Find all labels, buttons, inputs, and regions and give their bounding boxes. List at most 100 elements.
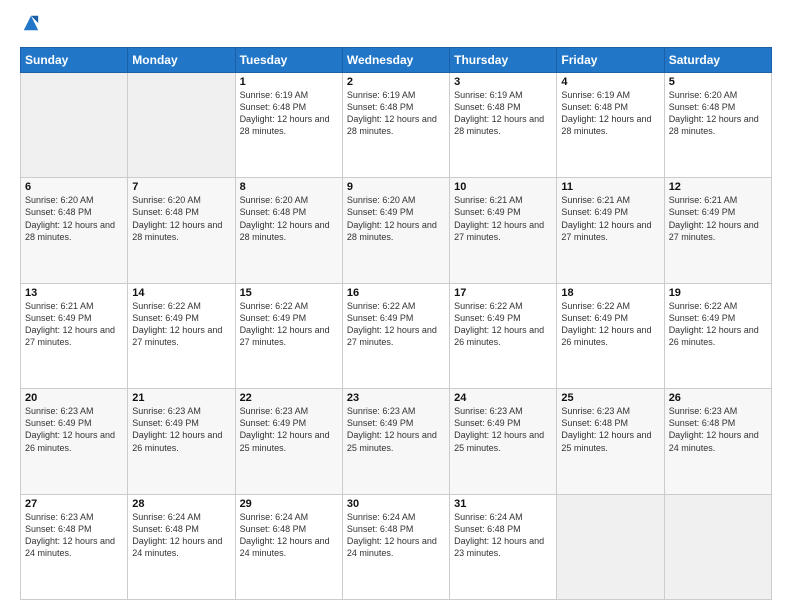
cell-info: Sunrise: 6:21 AMSunset: 6:49 PMDaylight:… <box>561 194 659 243</box>
page: SundayMondayTuesdayWednesdayThursdayFrid… <box>0 0 792 612</box>
sunrise-label: Sunrise: 6:20 AM <box>132 195 201 205</box>
day-number: 9 <box>347 181 445 193</box>
cell-info: Sunrise: 6:19 AM Sunset: 6:48 PM Daylight:… <box>561 89 659 138</box>
calendar-week-row: 13Sunrise: 6:21 AMSunset: 6:49 PMDayligh… <box>21 283 772 388</box>
calendar-cell: 5Sunrise: 6:20 AMSunset: 6:48 PMDaylight… <box>664 72 771 177</box>
calendar-cell: 2Sunrise: 6:19 AMSunset: 6:48 PMDaylight… <box>342 72 449 177</box>
sunrise-label: Sunrise: 6:24 AM <box>132 512 201 522</box>
sunrise-label: Sunrise: 6:23 AM <box>25 512 94 522</box>
cell-info: Sunrise: 6:22 AMSunset: 6:49 PMDaylight:… <box>561 300 659 349</box>
daylight-label: Daylight: 12 hours and 28 minutes. <box>347 220 437 242</box>
day-number: 23 <box>347 392 445 404</box>
day-number: 14 <box>132 287 230 299</box>
daylight-label: Daylight: 12 hours and 28 minutes. <box>25 220 115 242</box>
daylight-label: Daylight: 12 hours and 26 minutes. <box>669 325 759 347</box>
sunset-label: Sunset: 6:48 PM <box>25 524 92 534</box>
calendar-cell: 25Sunrise: 6:23 AMSunset: 6:48 PMDayligh… <box>557 389 664 494</box>
sunset-label: Sunset: 6:48 PM <box>669 102 736 112</box>
day-number: 25 <box>561 392 659 404</box>
daylight-label: Daylight: 12 hours and 28 minutes. <box>669 114 759 136</box>
calendar-cell: 21Sunrise: 6:23 AMSunset: 6:49 PMDayligh… <box>128 389 235 494</box>
calendar-cell: 13Sunrise: 6:21 AMSunset: 6:49 PMDayligh… <box>21 283 128 388</box>
cell-info: Sunrise: 6:23 AMSunset: 6:49 PMDaylight:… <box>240 405 338 454</box>
sunrise-label: Sunrise: 6:22 AM <box>669 301 738 311</box>
sunset-label: Sunset: 6:49 PM <box>669 313 736 323</box>
daylight-label: Daylight: 12 hours and 27 minutes. <box>25 325 115 347</box>
sunset-label: Sunset: 6:49 PM <box>454 207 521 217</box>
sunrise-label: Sunrise: 6:19 AM <box>454 90 523 100</box>
header <box>20 16 772 37</box>
sunrise-label: Sunrise: 6:20 AM <box>240 195 309 205</box>
daylight-label: Daylight: 12 hours and 27 minutes. <box>561 220 651 242</box>
cell-info: Sunrise: 6:23 AMSunset: 6:48 PMDaylight:… <box>669 405 767 454</box>
daylight-label: Daylight: 12 hours and 25 minutes. <box>454 430 544 452</box>
day-number: 11 <box>561 181 659 193</box>
day-number: 6 <box>25 181 123 193</box>
weekday-header-thursday: Thursday <box>450 47 557 72</box>
sunset-label: Sunset: 6:49 PM <box>561 313 628 323</box>
calendar-body: 1Sunrise: 6:19 AMSunset: 6:48 PMDaylight… <box>21 72 772 599</box>
calendar-cell <box>21 72 128 177</box>
sunrise-label: Sunrise: 6:21 AM <box>454 195 523 205</box>
sunset-label: Sunset: 6:49 PM <box>669 207 736 217</box>
logo-icon <box>22 14 40 32</box>
calendar-cell: 28Sunrise: 6:24 AMSunset: 6:48 PMDayligh… <box>128 494 235 599</box>
sunrise-label: Sunrise: 6:24 AM <box>454 512 523 522</box>
sunrise-label: Sunrise: 6:22 AM <box>132 301 201 311</box>
daylight-label: Daylight: 12 hours and 27 minutes. <box>454 220 544 242</box>
sunset-label: Sunset: 6:48 PM <box>132 207 199 217</box>
calendar-table: SundayMondayTuesdayWednesdayThursdayFrid… <box>20 47 772 600</box>
cell-info: Sunrise: 6:23 AMSunset: 6:49 PMDaylight:… <box>454 405 552 454</box>
calendar-week-row: 20Sunrise: 6:23 AMSunset: 6:49 PMDayligh… <box>21 389 772 494</box>
calendar-cell: 9Sunrise: 6:20 AMSunset: 6:49 PMDaylight… <box>342 178 449 283</box>
sunset-label: Sunset: 6:49 PM <box>347 207 414 217</box>
cell-info: Sunrise: 6:22 AMSunset: 6:49 PMDaylight:… <box>347 300 445 349</box>
daylight-label: Daylight: 12 hours and 27 minutes. <box>347 325 437 347</box>
day-number: 21 <box>132 392 230 404</box>
daylight-label: Daylight: 12 hours and 25 minutes. <box>347 430 437 452</box>
sunset-label: Sunset: 6:48 PM <box>240 207 307 217</box>
sunrise-label: Sunrise: 6:22 AM <box>454 301 523 311</box>
sunrise-label: Sunrise: 6:19 AM <box>240 90 309 100</box>
cell-info: Sunrise: 6:19 AMSunset: 6:48 PMDaylight:… <box>454 89 552 138</box>
sunrise-label: Sunrise: 6:20 AM <box>669 90 738 100</box>
cell-info: Sunrise: 6:21 AMSunset: 6:49 PMDaylight:… <box>669 194 767 243</box>
daylight-label: Daylight: 12 hours and 24 minutes. <box>669 430 759 452</box>
day-number: 19 <box>669 287 767 299</box>
sunrise-label: Sunrise: 6:23 AM <box>240 406 309 416</box>
day-number: 17 <box>454 287 552 299</box>
daylight-label: Daylight: 12 hours and 28 minutes. <box>561 114 651 136</box>
day-number: 7 <box>132 181 230 193</box>
weekday-header-tuesday: Tuesday <box>235 47 342 72</box>
calendar-cell: 19 Sunrise: 6:22 AM Sunset: 6:49 PM Dayligh… <box>664 283 771 388</box>
sunset-label: Sunset: 6:48 PM <box>347 524 414 534</box>
cell-info: Sunrise: 6:22 AM Sunset: 6:49 PM Daylight:… <box>669 300 767 349</box>
daylight-label: Daylight: 12 hours and 26 minutes. <box>561 325 651 347</box>
calendar-cell: 7Sunrise: 6:20 AMSunset: 6:48 PMDaylight… <box>128 178 235 283</box>
daylight-label: Daylight: 12 hours and 24 minutes. <box>132 536 222 558</box>
calendar-cell: 10Sunrise: 6:21 AMSunset: 6:49 PMDayligh… <box>450 178 557 283</box>
daylight-label: Daylight: 12 hours and 24 minutes. <box>347 536 437 558</box>
cell-info: Sunrise: 6:20 AM Sunset: 6:48 PM Daylight:… <box>669 89 767 138</box>
sunset-label: Sunset: 6:48 PM <box>240 102 307 112</box>
day-number: 30 <box>347 498 445 510</box>
sunset-label: Sunset: 6:49 PM <box>561 207 628 217</box>
daylight-label: Daylight: 12 hours and 26 minutes. <box>25 430 115 452</box>
calendar-cell: 30 Sunrise: 6:24 AM Sunset: 6:48 PM Dayligh… <box>342 494 449 599</box>
day-number: 24 <box>454 392 552 404</box>
calendar-cell <box>557 494 664 599</box>
calendar-cell: 15Sunrise: 6:22 AMSunset: 6:49 PMDayligh… <box>235 283 342 388</box>
cell-info: Sunrise: 6:24 AMSunset: 6:48 PMDaylight:… <box>132 511 230 560</box>
calendar-cell: 22Sunrise: 6:23 AMSunset: 6:49 PMDayligh… <box>235 389 342 494</box>
weekday-header-sunday: Sunday <box>21 47 128 72</box>
logo <box>20 16 40 37</box>
day-number: 15 <box>240 287 338 299</box>
calendar-cell <box>128 72 235 177</box>
daylight-label: Daylight: 12 hours and 26 minutes. <box>454 325 544 347</box>
day-number: 26 <box>669 392 767 404</box>
calendar-cell: 11Sunrise: 6:21 AMSunset: 6:49 PMDayligh… <box>557 178 664 283</box>
sunset-label: Sunset: 6:48 PM <box>561 102 628 112</box>
sunrise-label: Sunrise: 6:24 AM <box>347 512 416 522</box>
sunset-label: Sunset: 6:48 PM <box>25 207 92 217</box>
sunrise-label: Sunrise: 6:19 AM <box>561 90 630 100</box>
